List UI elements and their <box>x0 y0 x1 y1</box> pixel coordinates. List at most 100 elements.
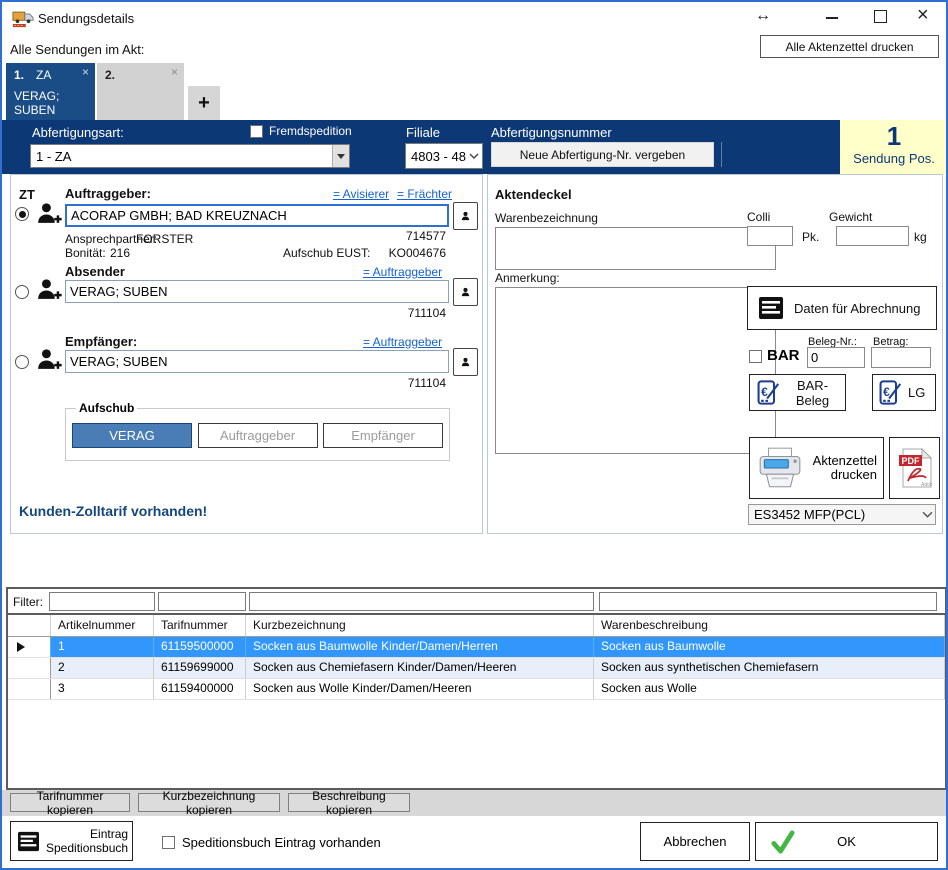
filter-kurzbezeichnung-input[interactable] <box>249 592 594 611</box>
filiale-select[interactable]: 4803 - 480 <box>405 143 483 169</box>
beleg-nr-input[interactable] <box>807 347 865 368</box>
maximize-button[interactable] <box>874 10 887 23</box>
svg-text:Adobe: Adobe <box>921 482 932 488</box>
current-row-arrow-icon <box>17 642 25 652</box>
auftraggeber-input[interactable] <box>65 204 449 227</box>
column-header-artikelnummer[interactable]: Artikelnummer <box>51 615 154 636</box>
fremdspedition-checkbox[interactable] <box>250 125 263 138</box>
pdf-icon: PDF Adobe <box>898 448 932 488</box>
lg-button[interactable]: € LG <box>872 374 936 411</box>
add-contact-icon[interactable] <box>35 347 62 372</box>
aufschub-group: Aufschub VERAG Auftraggeber Empfänger <box>65 401 450 461</box>
row-selector-cell[interactable] <box>8 679 51 699</box>
aufschub-verag-button[interactable]: VERAG <box>72 423 192 448</box>
absender-input[interactable] <box>65 280 449 303</box>
bar-beleg-button[interactable]: € BAR-Beleg <box>749 374 846 411</box>
absender-contact-button[interactable] <box>453 278 478 306</box>
cell-tarifnummer[interactable]: 61159500000 <box>154 637 246 657</box>
printer-icon <box>756 446 804 490</box>
add-contact-icon[interactable] <box>35 201 62 226</box>
cell-tarifnummer[interactable]: 61159400000 <box>154 679 246 699</box>
aufschub-empfaenger-label: Empfänger <box>351 428 415 443</box>
euro-document-icon: € <box>878 379 902 406</box>
tab1-subtitle: VERAG; SUBEN <box>14 89 84 117</box>
colli-input[interactable] <box>747 226 793 246</box>
cell-warenbeschreibung[interactable]: Socken aus synthetischen Chemiefasern <box>594 658 945 678</box>
filter-tarifnummer-input[interactable] <box>158 592 246 611</box>
abfertigungsart-select[interactable]: 1 - ZA <box>30 144 350 168</box>
cell-artikelnummer[interactable]: 3 <box>51 679 154 699</box>
tab-shipment-2[interactable]: 2. × <box>97 63 184 120</box>
cell-warenbeschreibung[interactable]: Socken aus Baumwolle <box>594 637 945 657</box>
warenbezeichnung-textarea[interactable] <box>495 227 776 270</box>
check-icon <box>770 830 795 855</box>
gewicht-input[interactable] <box>836 226 909 246</box>
filter-artikelnummer-input[interactable] <box>49 592 155 611</box>
anmerkung-textarea[interactable] <box>495 287 776 454</box>
close-button[interactable]: × <box>917 4 929 36</box>
aufschub-legend: Aufschub <box>76 401 137 415</box>
minimize-button[interactable] <box>826 17 838 19</box>
speditionsbuch-checkbox[interactable] <box>162 836 175 849</box>
empfaenger-contact-button[interactable] <box>453 348 478 376</box>
selector-column-header <box>8 615 51 636</box>
cell-artikelnummer[interactable]: 2 <box>51 658 154 678</box>
list-icon <box>758 296 784 320</box>
row-selector-cell[interactable] <box>8 637 51 657</box>
aktenzettel-drucken-button[interactable]: Aktenzettel drucken <box>749 437 884 499</box>
copy-kurzbezeichnung-button[interactable]: Kurzbezeichnung kopieren <box>138 793 280 812</box>
absender-radio[interactable] <box>15 285 29 299</box>
person-icon <box>460 207 471 225</box>
abfertigungsart-dropdown-icon[interactable] <box>332 145 349 167</box>
pdf-export-button[interactable]: PDF Adobe <box>889 437 940 499</box>
aufschub-empfaenger-button[interactable]: Empfänger <box>323 423 443 448</box>
copy-beschreibung-button[interactable]: Beschreibung kopieren <box>288 793 410 812</box>
auftraggeber-radio[interactable] <box>15 207 29 221</box>
avisierer-link[interactable]: = Avisierer <box>333 187 389 201</box>
abrechnung-button[interactable]: Daten für Abrechnung <box>747 286 937 330</box>
printer-chevron-icon[interactable] <box>919 511 935 518</box>
bar-checkbox[interactable] <box>749 350 762 363</box>
copy-tarifnummer-button[interactable]: Tarifnummer kopieren <box>10 793 130 812</box>
cancel-button[interactable]: Abbrechen <box>640 822 750 861</box>
cell-kurzbezeichnung[interactable]: Socken aus Baumwolle Kinder/Damen/Herren <box>246 637 594 657</box>
all-shipments-label: Alle Sendungen im Akt: <box>10 42 144 57</box>
auftraggeber-contact-button[interactable] <box>453 202 478 230</box>
row-selector-cell[interactable] <box>8 658 51 678</box>
fraechter-link[interactable]: = Frächter <box>397 187 452 201</box>
filter-warenbeschreibung-input[interactable] <box>599 592 937 611</box>
add-contact-icon[interactable] <box>35 277 62 302</box>
empfaenger-radio[interactable] <box>15 355 29 369</box>
table-row[interactable]: 1 61159500000 Socken aus Baumwolle Kinde… <box>8 637 945 658</box>
table-row[interactable]: 2 61159699000 Socken aus Chemiefasern Ki… <box>8 658 945 679</box>
ok-button[interactable]: OK <box>755 822 938 861</box>
eintrag-label: Eintrag Speditionsbuch <box>46 827 128 855</box>
print-all-aktenzettel-button[interactable]: Alle Aktenzettel drucken <box>760 35 939 58</box>
cell-kurzbezeichnung[interactable]: Socken aus Wolle Kinder/Damen/Heeren <box>246 679 594 699</box>
table-row[interactable]: 3 61159400000 Socken aus Wolle Kinder/Da… <box>8 679 945 700</box>
betrag-input[interactable] <box>871 347 931 368</box>
tab2-close-icon[interactable]: × <box>171 65 178 79</box>
cell-artikelnummer[interactable]: 1 <box>51 637 154 657</box>
empfaenger-auftraggeber-link[interactable]: = Auftraggeber <box>363 335 442 349</box>
tab-shipment-1[interactable]: 1. ZA × VERAG; SUBEN <box>6 63 95 120</box>
printer-select[interactable]: ES3452 MFP(PCL) <box>748 504 936 525</box>
absender-auftraggeber-link[interactable]: = Auftraggeber <box>363 265 442 279</box>
column-header-tarifnummer[interactable]: Tarifnummer <box>154 615 246 636</box>
anmerkung-label: Anmerkung: <box>495 271 560 285</box>
aufschub-auftraggeber-button[interactable]: Auftraggeber <box>198 423 318 448</box>
tab1-close-icon[interactable]: × <box>82 65 89 79</box>
band-divider <box>721 142 722 167</box>
cell-tarifnummer[interactable]: 61159699000 <box>154 658 246 678</box>
empfaenger-input[interactable] <box>65 350 449 373</box>
new-number-label: Neue Abfertigung-Nr. vergeben <box>520 148 685 162</box>
add-shipment-tab-button[interactable]: + <box>188 86 220 120</box>
cell-warenbeschreibung[interactable]: Socken aus Wolle <box>594 679 945 699</box>
column-header-kurzbezeichnung[interactable]: Kurzbezeichnung <box>246 615 594 636</box>
filiale-chevron-icon[interactable] <box>466 153 482 159</box>
speditionsbuch-eintrag-button[interactable]: Eintrag Speditionsbuch <box>10 821 133 861</box>
cell-kurzbezeichnung[interactable]: Socken aus Chemiefasern Kinder/Damen/Hee… <box>246 658 594 678</box>
column-header-warenbeschreibung[interactable]: Warenbeschreibung <box>594 615 945 636</box>
position-count: 1 <box>840 121 948 151</box>
new-abfertigung-number-button[interactable]: Neue Abfertigung-Nr. vergeben <box>491 142 714 167</box>
